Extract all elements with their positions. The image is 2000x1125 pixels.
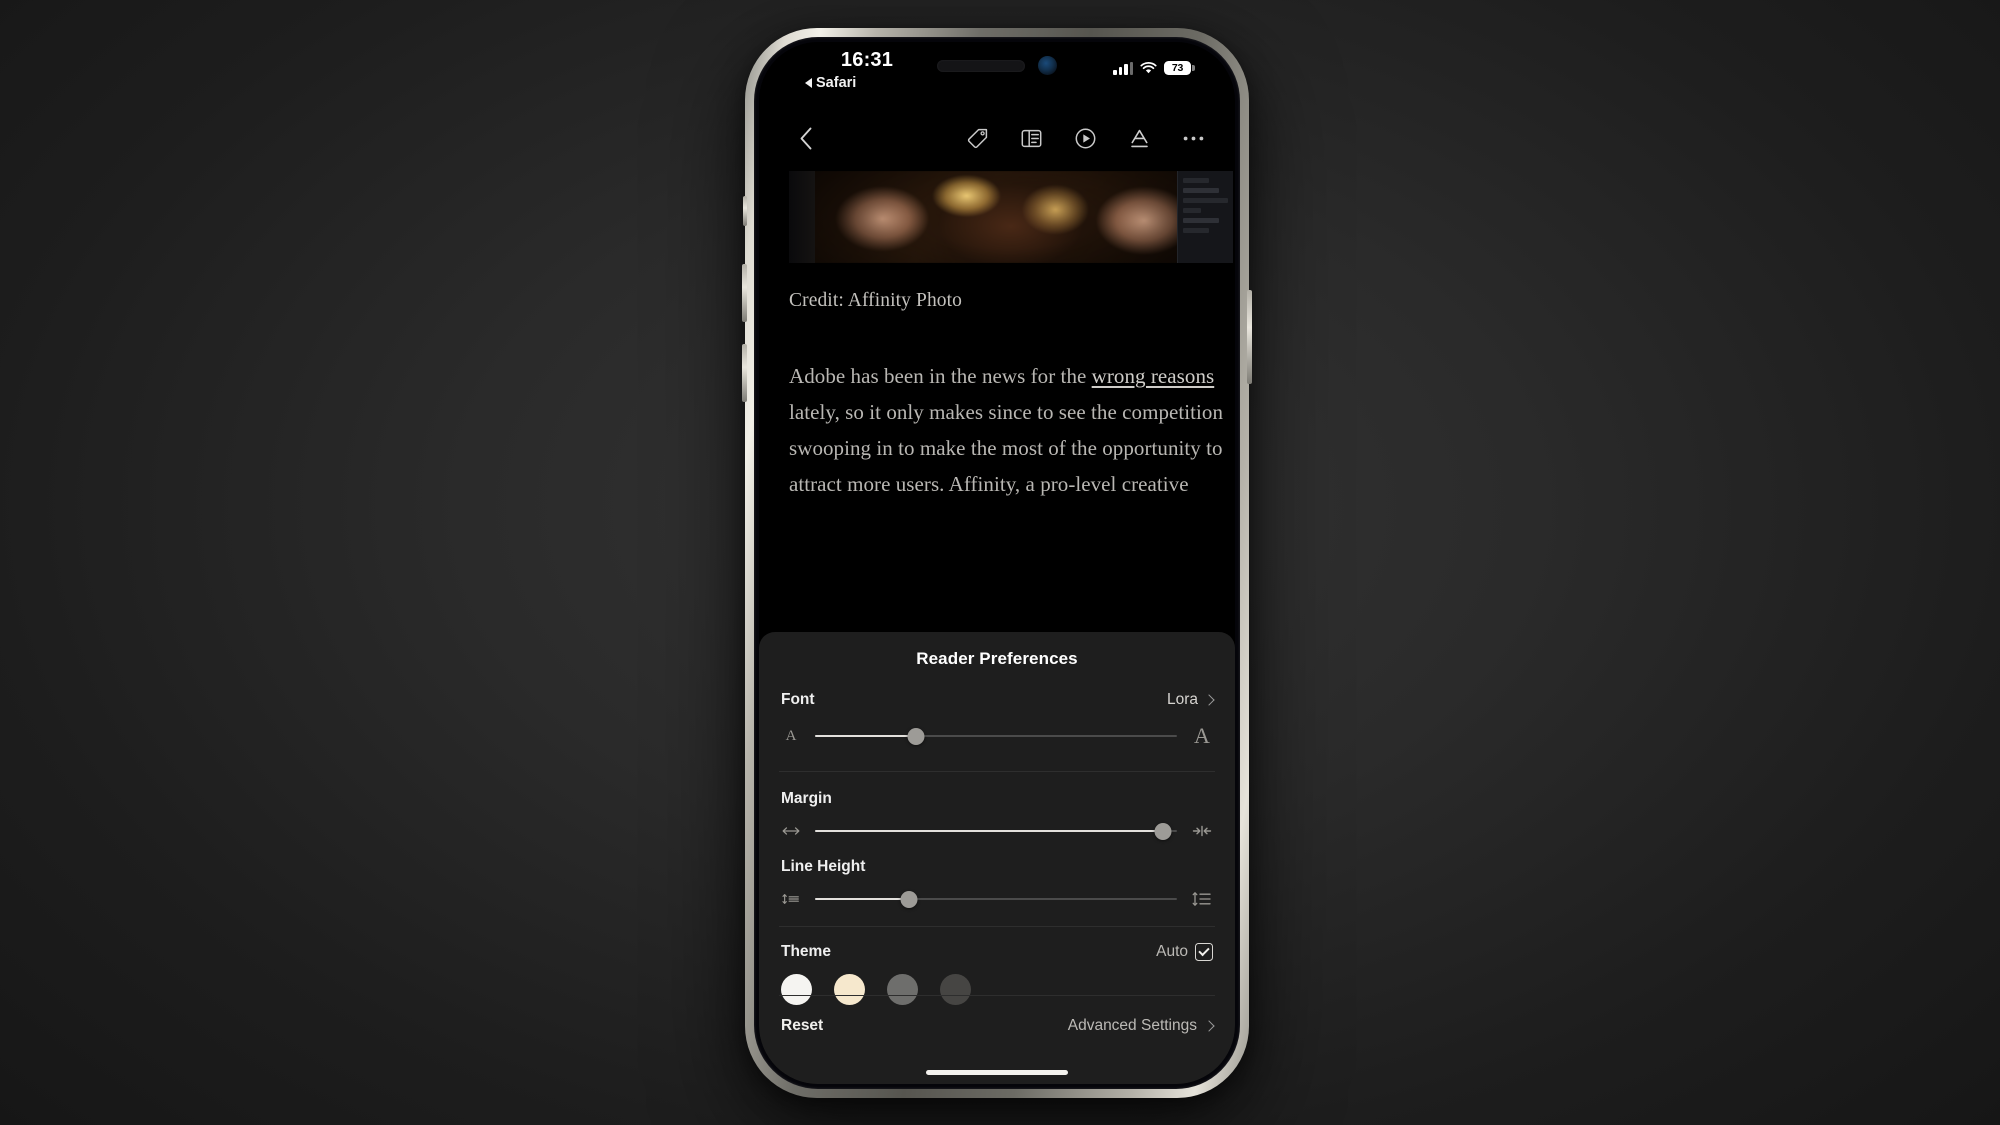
line-height-section: Line Height <box>781 844 1213 912</box>
silent-switch[interactable] <box>743 196 747 226</box>
wide-margin-icon <box>781 825 801 837</box>
slider-fill <box>815 829 1163 833</box>
theme-row: Theme Auto <box>781 943 1213 961</box>
theme-swatches <box>781 961 1213 1005</box>
reader-view-icon[interactable] <box>1018 125 1045 152</box>
triangle-left-icon <box>805 78 812 88</box>
paragraph-text-before-link: Adobe has been in the news for the <box>789 364 1092 388</box>
auto-label: Auto <box>1156 943 1188 960</box>
battery-percent: 73 <box>1171 61 1184 74</box>
line-height-label: Line Height <box>781 858 866 875</box>
theme-sepia[interactable] <box>834 974 865 1005</box>
back-to-safari-button[interactable]: Safari <box>805 75 856 91</box>
more-options-icon[interactable] <box>1180 125 1207 152</box>
status-time: 16:31 <box>840 49 894 71</box>
font-row[interactable]: Font Lora <box>781 691 1215 709</box>
line-height-small-icon <box>781 892 801 906</box>
article-paragraph: Adobe has been in the news for the wrong… <box>789 358 1227 502</box>
line-height-row: Line Height <box>781 858 1213 876</box>
font-value-label: Lora <box>1166 691 1198 708</box>
theme-section: Theme Auto <box>781 927 1213 1005</box>
dynamic-island-pill <box>937 59 1025 72</box>
toolbar-actions <box>964 125 1207 152</box>
font-value[interactable]: Lora <box>1166 691 1215 709</box>
back-to-safari-label: Safari <box>816 75 857 91</box>
font-size-slider-row: A A <box>781 709 1213 753</box>
cellular-signal-icon <box>1113 61 1133 75</box>
home-indicator[interactable] <box>926 1070 1068 1075</box>
advanced-settings-label: Advanced Settings <box>1067 1017 1197 1034</box>
font-label: Font <box>781 691 815 708</box>
theme-auto-toggle[interactable]: Auto <box>1156 943 1213 961</box>
margin-label: Margin <box>781 790 832 807</box>
image-caption: Credit: Affinity Photo <box>789 290 963 311</box>
narrow-margin-icon <box>1191 825 1213 837</box>
auto-checkbox[interactable] <box>1195 943 1213 961</box>
reset-button[interactable]: Reset <box>781 1017 823 1035</box>
power-button[interactable] <box>1247 290 1252 384</box>
line-height-slider[interactable] <box>815 890 1177 908</box>
article-hero-image <box>789 171 1233 263</box>
chevron-right-icon <box>1203 694 1215 706</box>
margin-section: Margin <box>781 772 1213 844</box>
iphone-device: 16:31 Safari 73 Credit: Affinity Photo A… <box>742 28 1252 1098</box>
theme-gray[interactable] <box>887 974 918 1005</box>
volume-up-button[interactable] <box>742 264 747 322</box>
line-height-large-icon <box>1191 891 1213 907</box>
chevron-left-icon <box>800 127 812 149</box>
theme-label: Theme <box>781 943 831 960</box>
battery-indicator: 73 <box>1164 61 1195 75</box>
volume-down-button[interactable] <box>742 344 747 402</box>
hero-app-panel <box>1177 171 1233 263</box>
font-section: Font Lora A A <box>781 669 1215 753</box>
large-a-icon: A <box>1194 723 1210 748</box>
play-circle-icon[interactable] <box>1072 125 1099 152</box>
chevron-right-icon <box>1203 1020 1215 1032</box>
article-link[interactable]: wrong reasons <box>1092 364 1215 388</box>
margin-slider[interactable] <box>815 822 1177 840</box>
small-a-icon: A <box>785 727 797 744</box>
dynamic-island[interactable] <box>937 56 1057 75</box>
sheet-footer: Reset Advanced Settings <box>759 1017 1235 1035</box>
hero-vignette <box>789 171 1233 263</box>
checkmark-icon <box>1198 944 1210 957</box>
front-camera-icon <box>1038 56 1057 75</box>
reader-preferences-sheet: Reader Preferences Font Lora A A Margin … <box>759 632 1235 1084</box>
margin-row: Margin <box>781 790 1213 808</box>
sheet-title: Reader Preferences <box>916 649 1078 668</box>
font-size-slider[interactable] <box>815 727 1177 745</box>
back-button[interactable] <box>789 121 823 155</box>
advanced-settings-button[interactable]: Advanced Settings <box>1067 1017 1215 1035</box>
tag-icon[interactable] <box>964 125 991 152</box>
line-height-slider-row <box>781 876 1213 912</box>
device-screen: 16:31 Safari 73 Credit: Affinity Photo A… <box>759 42 1235 1084</box>
slider-knob[interactable] <box>900 890 918 908</box>
theme-light[interactable] <box>781 974 812 1005</box>
status-indicators: 73 <box>1113 61 1195 75</box>
text-format-icon[interactable] <box>1126 125 1153 152</box>
divider <box>779 995 1215 996</box>
app-toolbar <box>759 110 1235 166</box>
paragraph-text-after-link: lately, so it only makes since to see th… <box>789 400 1224 496</box>
wifi-icon <box>1140 61 1157 73</box>
slider-fill <box>815 734 917 738</box>
margin-slider-row <box>781 808 1213 844</box>
slider-fill <box>815 897 910 901</box>
theme-dark[interactable] <box>940 974 971 1005</box>
device-bezel: 16:31 Safari 73 Credit: Affinity Photo A… <box>754 37 1240 1089</box>
slider-knob[interactable] <box>907 727 925 745</box>
status-bar: 16:31 Safari 73 <box>759 42 1235 110</box>
hero-left-strip <box>789 171 815 263</box>
desktop-background: 16:31 Safari 73 Credit: Affinity Photo A… <box>0 0 2000 1125</box>
slider-knob[interactable] <box>1154 822 1172 840</box>
